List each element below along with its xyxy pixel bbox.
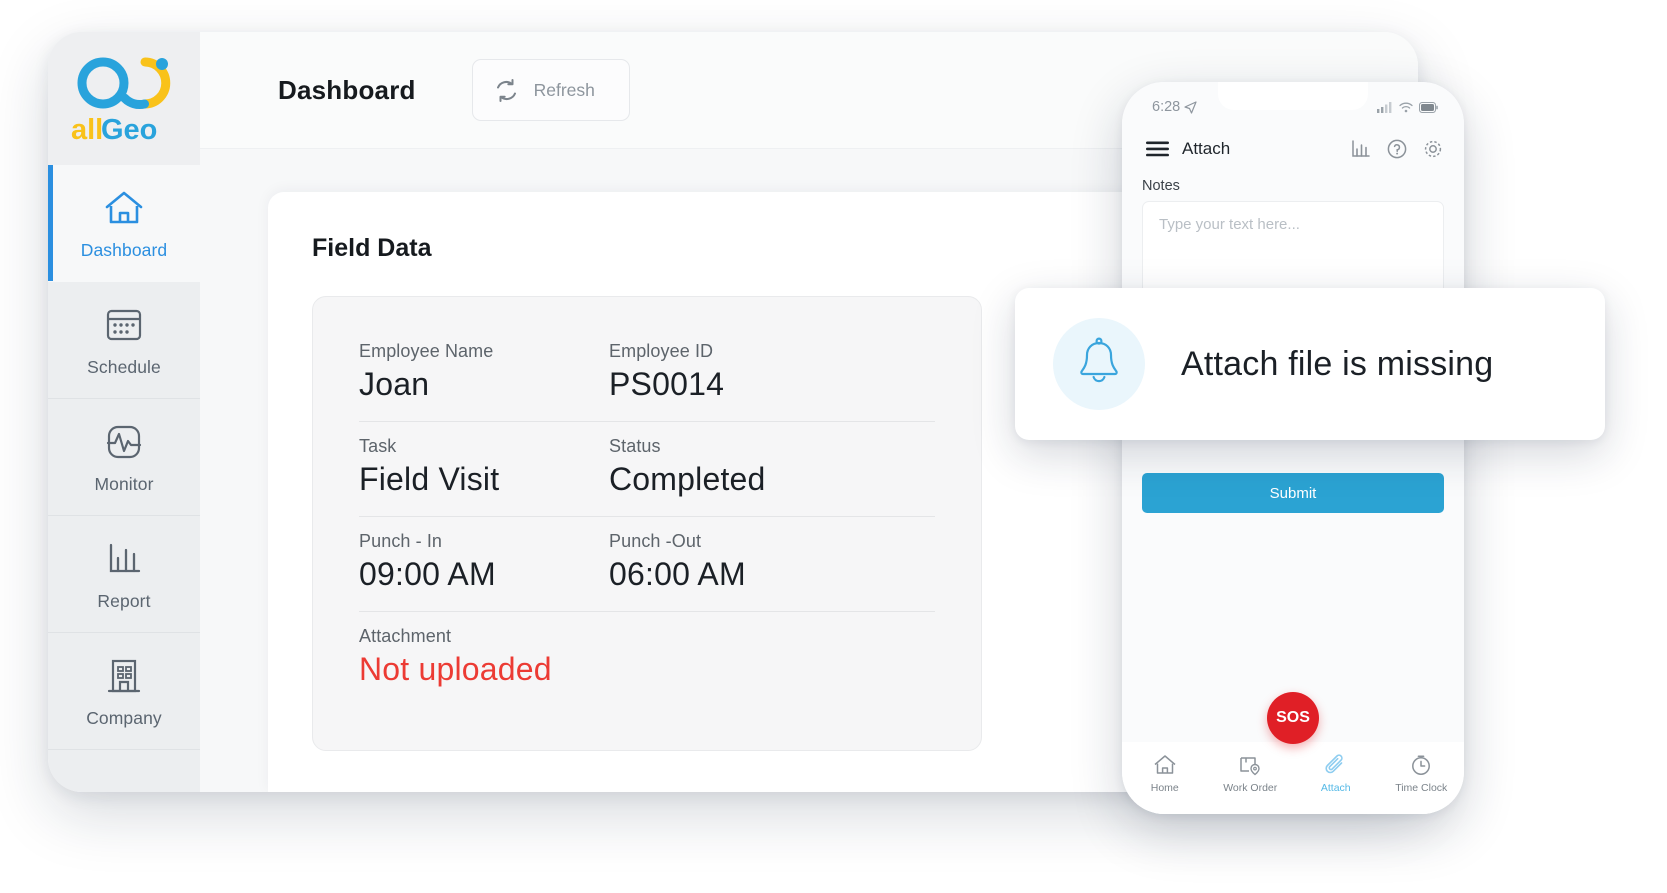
field-label: Punch - In <box>359 531 443 551</box>
page-title: Dashboard <box>278 74 416 105</box>
field-label: Employee Name <box>359 341 494 361</box>
calendar-icon <box>106 309 142 341</box>
sidebar-item-label: Company <box>86 708 162 728</box>
field-label: Employee ID <box>609 341 714 361</box>
allgeo-logo-icon <box>77 57 171 109</box>
refresh-button[interactable]: Refresh <box>471 59 630 121</box>
home-icon <box>105 191 143 224</box>
sidebar-item-schedule[interactable]: Schedule <box>48 282 200 399</box>
building-icon <box>107 659 141 693</box>
tab-label: Work Order <box>1223 782 1278 794</box>
status-left: 6:28 <box>1152 99 1197 115</box>
gear-icon[interactable] <box>1422 138 1444 160</box>
screen-root: all Geo Dashboard Schedule Monitor Repor… <box>0 0 1667 893</box>
field-value: Field Visit <box>359 461 500 497</box>
work-order-icon <box>1240 757 1260 776</box>
field-value: 09:00 AM <box>359 556 496 592</box>
field-cell-attachment: Attachment Not uploaded <box>359 626 609 688</box>
location-arrow-icon <box>1184 100 1197 114</box>
sidebar: all Geo Dashboard Schedule Monitor Repor… <box>48 32 200 792</box>
field-label: Attachment <box>359 626 452 646</box>
sidebar-item-label: Report <box>97 591 151 611</box>
wifi-icon <box>1399 102 1413 112</box>
field-data-row: Attachment Not uploaded <box>359 612 935 706</box>
phone-status-bar: 6:28 <box>1122 82 1464 126</box>
phone-header: Attach <box>1122 126 1464 172</box>
sidebar-item-label: Schedule <box>87 357 161 377</box>
brand-logo[interactable]: all Geo <box>48 32 200 165</box>
tab-label: Home <box>1150 782 1179 794</box>
toast-message: Attach file is missing <box>1181 344 1494 383</box>
field-value: Joan <box>359 366 430 402</box>
tab-label: Attach <box>1320 782 1351 794</box>
field-cell-employee-name: Employee Name Joan <box>359 341 609 403</box>
field-data-row: Punch - In 09:00 AM Punch -Out 06:00 AM <box>359 517 935 612</box>
home-icon <box>1154 755 1176 774</box>
tab-label: Time Clock <box>1395 782 1448 794</box>
notes-label: Notes <box>1142 178 1180 194</box>
field-cell-status: Status Completed <box>609 436 859 498</box>
battery-icon <box>1419 101 1438 113</box>
status-right <box>1377 101 1438 113</box>
status-time: 6:28 <box>1152 99 1181 115</box>
field-cell-employee-id: Employee ID PS0014 <box>609 341 859 403</box>
tab-attach[interactable]: Attach <box>1293 752 1379 794</box>
field-cell-punch-out: Punch -Out 06:00 AM <box>609 531 859 593</box>
clock-icon <box>1412 755 1431 775</box>
sidebar-item-monitor[interactable]: Monitor <box>48 399 200 516</box>
help-circle-icon[interactable] <box>1386 138 1408 160</box>
field-label: Task <box>359 436 397 456</box>
phone-mockup: 6:28 Attach Notes Type your text here...… <box>1122 82 1464 814</box>
sos-button[interactable]: SOS <box>1267 692 1319 744</box>
hamburger-menu-icon[interactable] <box>1146 141 1169 157</box>
sidebar-item-company[interactable]: Company <box>48 633 200 750</box>
sidebar-item-label: Monitor <box>94 474 154 494</box>
submit-button[interactable]: Submit <box>1142 473 1444 513</box>
sidebar-item-dashboard[interactable]: Dashboard <box>48 165 200 282</box>
field-cell-task: Task Field Visit <box>359 436 609 498</box>
card-title: Field Data <box>312 233 432 262</box>
tab-home[interactable]: Home <box>1122 752 1208 794</box>
field-data-row: Employee Name Joan Employee ID PS0014 <box>359 327 935 422</box>
field-value: 06:00 AM <box>609 556 746 592</box>
bar-chart-icon <box>109 543 141 573</box>
field-value-attachment-status: Not uploaded <box>359 651 552 687</box>
signal-bars-icon <box>1377 101 1392 113</box>
field-label: Punch -Out <box>609 531 702 551</box>
tab-time-clock[interactable]: Time Clock <box>1379 752 1465 794</box>
phone-notch <box>1218 82 1368 110</box>
field-value: PS0014 <box>609 366 725 402</box>
bell-icon <box>1080 337 1118 383</box>
field-label: Status <box>609 436 661 456</box>
field-cell-punch-in: Punch - In 09:00 AM <box>359 531 609 593</box>
field-data-panel: Employee Name Joan Employee ID PS0014 Ta… <box>312 296 982 751</box>
allgeo-wordmark: all Geo <box>71 114 157 146</box>
tab-work-order[interactable]: Work Order <box>1208 752 1294 794</box>
phone-header-left: Attach <box>1146 139 1230 159</box>
sidebar-item-label: Dashboard <box>80 240 168 260</box>
notification-toast: Attach file is missing <box>1015 288 1605 440</box>
field-value: Completed <box>609 461 766 497</box>
phone-screen-title: Attach <box>1182 139 1231 158</box>
svg-text:Geo: Geo <box>101 114 157 146</box>
phone-tab-bar: Home Work Order Attach Time Clock <box>1122 742 1464 814</box>
pulse-icon <box>106 425 142 459</box>
toast-icon-wrapper <box>1053 318 1145 410</box>
bar-chart-icon[interactable] <box>1350 138 1372 160</box>
phone-screen: 6:28 Attach Notes Type your text here...… <box>1122 82 1464 814</box>
phone-header-icons <box>1350 138 1444 160</box>
sidebar-item-report[interactable]: Report <box>48 516 200 633</box>
field-data-row: Task Field Visit Status Completed <box>359 422 935 517</box>
svg-text:all: all <box>71 114 103 146</box>
refresh-icon <box>496 78 516 102</box>
paperclip-icon <box>1325 754 1343 774</box>
refresh-button-label: Refresh <box>533 79 595 100</box>
